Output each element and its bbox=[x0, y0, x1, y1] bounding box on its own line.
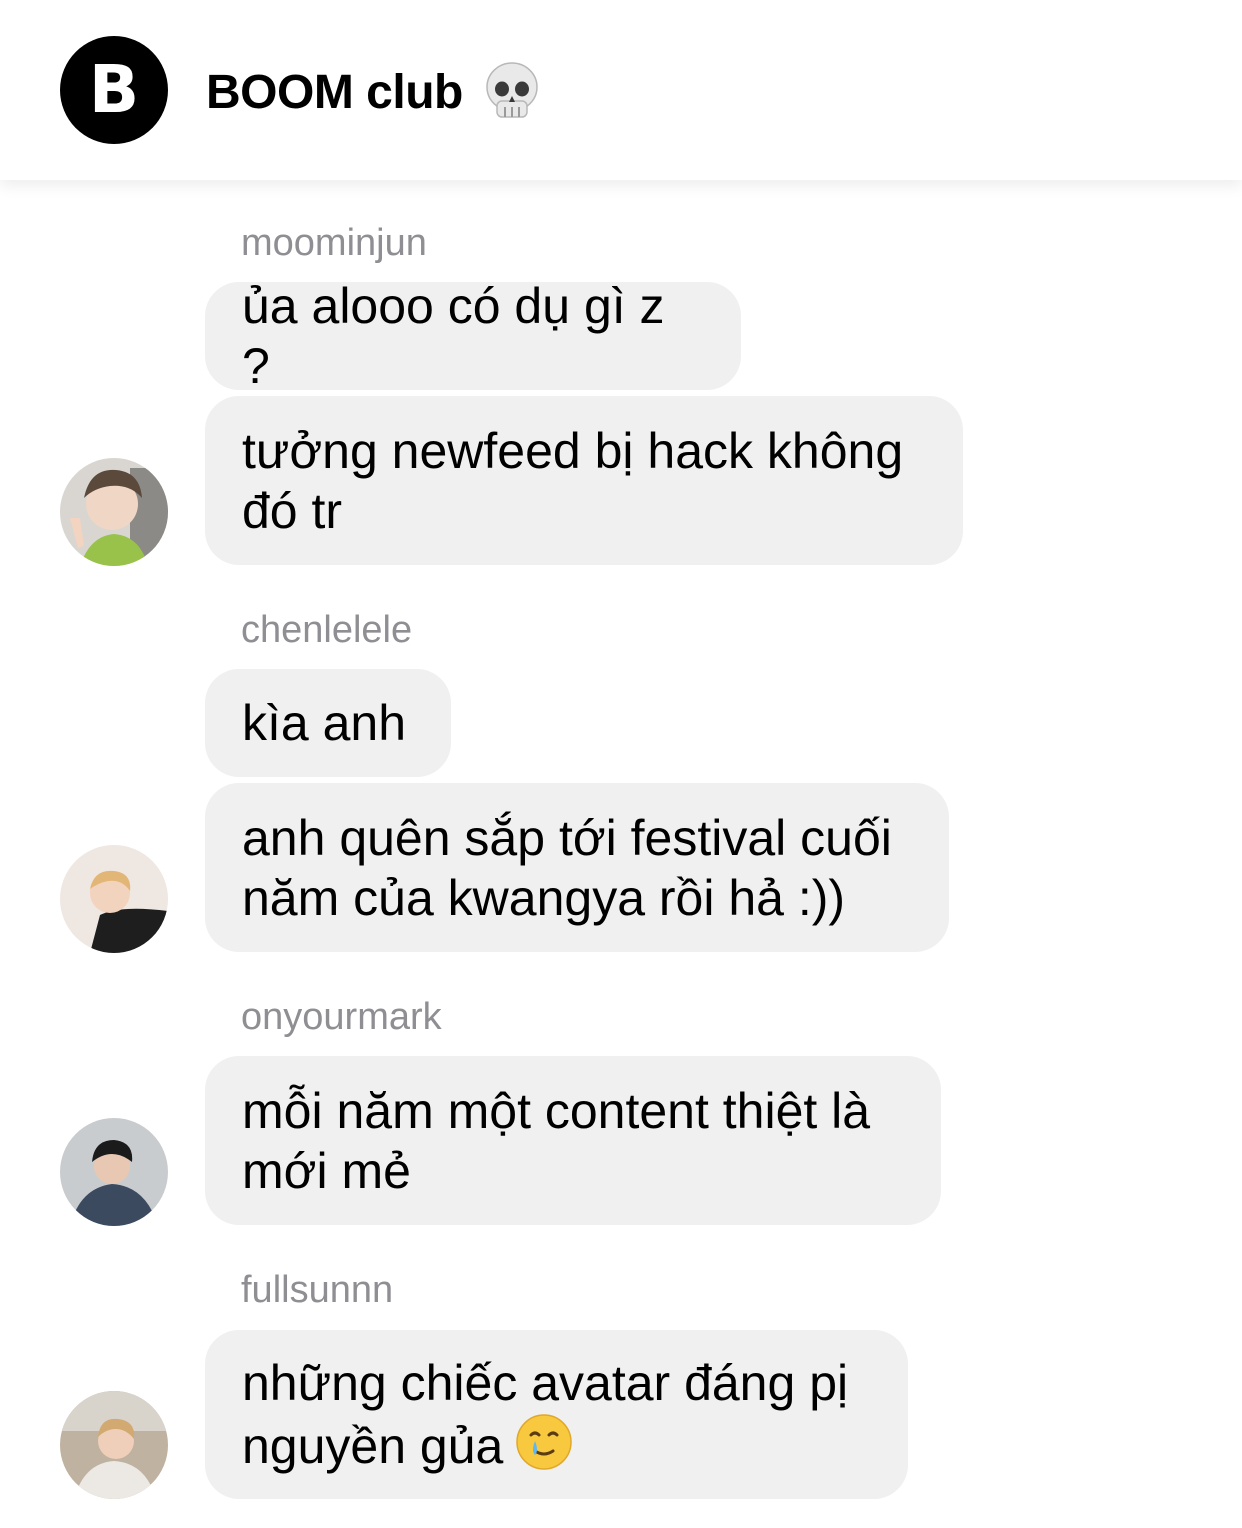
message-bubble[interactable]: tưởng newfeed bị hack không đó tr bbox=[205, 396, 963, 565]
user-avatar[interactable] bbox=[60, 1391, 168, 1499]
message-text: anh quên sắp tới festival cuối năm của k… bbox=[242, 809, 892, 926]
group-avatar[interactable]: B bbox=[60, 36, 168, 144]
user-avatar[interactable] bbox=[60, 1118, 168, 1226]
chat-header: B BOOM club bbox=[0, 0, 1242, 180]
message-bubble[interactable]: ủa alooo có dụ gì z ? bbox=[205, 278, 741, 394]
group-title: BOOM club bbox=[206, 65, 463, 119]
avatar-photo bbox=[60, 1391, 168, 1499]
user-avatar[interactable] bbox=[60, 458, 168, 566]
message-text: những chiếc avatar đáng pị nguyền gủa bbox=[242, 1353, 871, 1476]
message-text: kìa anh bbox=[242, 695, 407, 751]
message-bubble[interactable]: mỗi năm một content thiệt là mới mẻ bbox=[205, 1056, 941, 1225]
group-avatar-letter: B bbox=[88, 51, 140, 128]
message-text: tưởng newfeed bị hack không đó tr bbox=[242, 422, 904, 539]
sender-name: moominjun bbox=[241, 222, 427, 264]
message-text: ủa alooo có dụ gì z ? bbox=[242, 278, 665, 394]
sender-name: onyourmark bbox=[241, 996, 442, 1038]
sender-name: fullsunnn bbox=[241, 1269, 394, 1311]
message-bubble[interactable]: những chiếc avatar đáng pị nguyền gủa bbox=[205, 1330, 908, 1499]
avatar-photo bbox=[60, 458, 168, 566]
crying-smile-emoji bbox=[516, 1414, 573, 1470]
avatar-photo bbox=[60, 845, 168, 953]
message-text: mỗi năm một content thiệt là mới mẻ bbox=[242, 1082, 871, 1199]
group-title-wrap[interactable]: BOOM club bbox=[206, 54, 541, 130]
sender-name: chenlelele bbox=[241, 609, 413, 651]
skull-icon bbox=[486, 62, 538, 118]
user-avatar[interactable] bbox=[60, 845, 168, 953]
message-bubble[interactable]: kìa anh bbox=[205, 669, 451, 777]
message-bubble[interactable]: anh quên sắp tới festival cuối năm của k… bbox=[205, 783, 949, 952]
avatar-photo bbox=[60, 1118, 168, 1226]
